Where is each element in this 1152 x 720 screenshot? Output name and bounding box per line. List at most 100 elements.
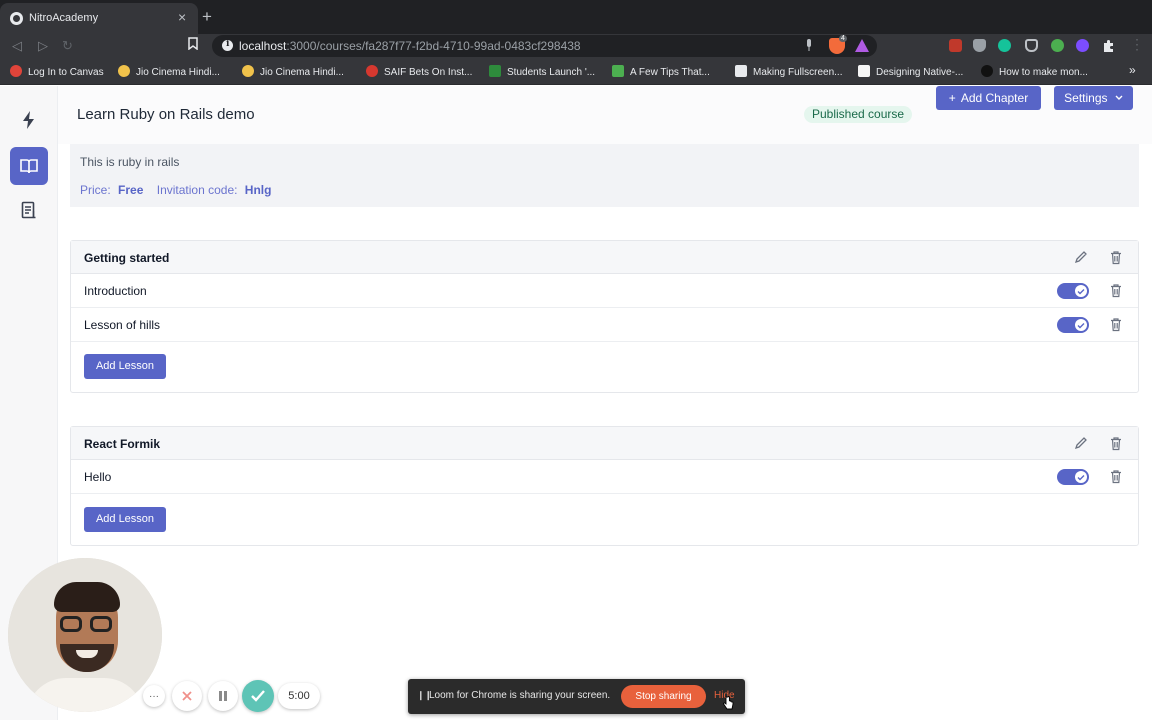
tab-close-icon[interactable]: × (178, 10, 186, 24)
extensions-puzzle-icon[interactable] (1102, 39, 1115, 52)
loom-finish-button[interactable] (242, 680, 274, 712)
bookmarks-bar: Log In to Canvas Jio Cinema Hindi... Jio… (0, 59, 1152, 85)
timer-text: 5:00 (288, 690, 310, 702)
bookmark-item[interactable]: Jio Cinema Hindi... (242, 65, 344, 78)
price-value: Free (118, 183, 144, 197)
course-description-panel: This is ruby in rails Price: Free Invita… (70, 144, 1139, 207)
extension-shield-icon[interactable] (973, 39, 986, 52)
tab-title: NitroAcademy (29, 12, 99, 24)
toggle-check-icon (1075, 471, 1087, 483)
bookmark-item[interactable]: Designing Native-... (858, 65, 963, 78)
add-lesson-button[interactable]: Add Lesson (84, 507, 166, 532)
chapter-card: React Formik Hello Add Lesson (70, 426, 1139, 546)
browser-menu-icon[interactable]: ⋮ (1130, 36, 1144, 53)
delete-lesson-trash-icon[interactable] (1109, 469, 1125, 485)
lesson-published-toggle[interactable] (1057, 283, 1089, 299)
bookmark-item[interactable]: How to make mon... (981, 65, 1088, 78)
delete-lesson-trash-icon[interactable] (1109, 283, 1125, 299)
reload-icon[interactable]: ↻ (62, 38, 73, 54)
bookmark-item[interactable]: A Few Tips That... (612, 65, 710, 78)
lesson-row[interactable]: Introduction (71, 274, 1138, 308)
bookmark-favicon-icon (10, 65, 22, 77)
lesson-row[interactable]: Hello (71, 460, 1138, 494)
pause-icon (219, 691, 227, 701)
extension-loom-icon[interactable] (1076, 39, 1089, 52)
bookmark-item[interactable]: Making Fullscreen... (735, 65, 842, 78)
invitation-code-value: Hnlg (244, 183, 272, 197)
bookmark-item[interactable]: Log In to Canvas (10, 65, 104, 78)
share-message: Loom for Chrome is sharing your screen. (429, 690, 611, 701)
check-icon (251, 690, 265, 702)
edit-chapter-pencil-icon[interactable] (1074, 250, 1090, 266)
bookmark-favicon-icon (981, 65, 993, 77)
loom-pause-button[interactable] (208, 681, 238, 711)
add-chapter-button[interactable]: + Add Chapter (936, 86, 1041, 110)
toggle-check-icon (1075, 285, 1087, 297)
chapter-title: React Formik (84, 437, 161, 451)
bookmark-favicon-icon (735, 65, 747, 77)
forward-icon[interactable]: ▷ (38, 38, 48, 54)
settings-button[interactable]: Settings (1054, 86, 1133, 110)
lesson-title: Hello (84, 470, 112, 484)
sidebar-item-courses[interactable] (10, 147, 48, 185)
loom-more-button[interactable]: ··· (143, 685, 165, 707)
bookmark-icon[interactable] (188, 37, 200, 53)
delete-lesson-trash-icon[interactable] (1109, 317, 1125, 333)
lesson-title: Introduction (84, 284, 147, 298)
bookmark-favicon-icon (612, 65, 624, 77)
screen-share-notification: ❙❙ Loom for Chrome is sharing your scree… (408, 679, 745, 714)
loom-cancel-button[interactable] (172, 681, 202, 711)
url-text: localhost:3000/courses/fa287f77-f2bd-471… (239, 39, 581, 53)
bookmark-item[interactable]: SAIF Bets On Inst... (366, 65, 472, 78)
site-favicon-icon (10, 12, 23, 25)
extension-colorpicker-icon[interactable] (1051, 39, 1064, 52)
invitation-code-label: Invitation code: (156, 183, 238, 197)
lesson-row[interactable]: Lesson of hills (71, 308, 1138, 342)
book-icon (20, 159, 38, 174)
more-bookmarks-icon[interactable]: » (1129, 63, 1136, 77)
lesson-published-toggle[interactable] (1057, 469, 1089, 485)
brave-rewards-icon[interactable] (855, 39, 869, 52)
bookmark-favicon-icon (366, 65, 378, 77)
sidebar-item-home[interactable] (10, 101, 48, 139)
more-dots-icon: ··· (149, 690, 159, 702)
chevron-down-icon (1115, 95, 1123, 100)
toggle-check-icon (1075, 319, 1087, 331)
course-header: Learn Ruby on Rails demo Published cours… (58, 86, 1152, 144)
delete-chapter-trash-icon[interactable] (1109, 250, 1125, 266)
bookmark-item[interactable]: Jio Cinema Hindi... (118, 65, 220, 78)
extension-grammarly-icon[interactable] (998, 39, 1011, 52)
back-icon[interactable]: ◁ (12, 38, 22, 54)
extension-pocket-icon[interactable] (1025, 39, 1038, 52)
browser-tab-bar: NitroAcademy × + (0, 0, 1152, 34)
address-bar[interactable]: localhost:3000/courses/fa287f77-f2bd-471… (212, 35, 877, 57)
status-badge: Published course (804, 106, 913, 123)
sidebar-item-reports[interactable] (10, 191, 48, 229)
add-lesson-button[interactable]: Add Lesson (84, 354, 166, 379)
loom-camera-bubble[interactable] (8, 558, 162, 712)
page-title: Learn Ruby on Rails demo (77, 106, 255, 123)
browser-tab[interactable]: NitroAcademy × (0, 3, 198, 34)
delete-chapter-trash-icon[interactable] (1109, 436, 1125, 452)
edit-chapter-pencil-icon[interactable] (1074, 436, 1090, 452)
lesson-title: Lesson of hills (84, 318, 161, 332)
bookmark-item[interactable]: Students Launch '... (489, 65, 595, 78)
chapter-header: Getting started (71, 241, 1138, 274)
site-info-icon[interactable] (222, 39, 233, 51)
stop-sharing-button[interactable]: Stop sharing (621, 685, 706, 708)
extension-pdf-icon[interactable] (949, 39, 962, 52)
course-meta: Price: Free Invitation code: Hnlg (80, 183, 271, 197)
presenter-hair (54, 582, 120, 612)
course-description: This is ruby in rails (80, 155, 180, 169)
plus-icon: + (948, 91, 956, 105)
close-icon (182, 691, 192, 701)
lesson-published-toggle[interactable] (1057, 317, 1089, 333)
chapter-card: Getting started Introduction Lesson of h… (70, 240, 1139, 393)
microphone-icon[interactable] (805, 39, 813, 54)
new-tab-icon[interactable]: + (202, 8, 212, 25)
bookmark-favicon-icon (858, 65, 870, 77)
hand-cursor-icon (723, 696, 734, 710)
bookmark-favicon-icon (118, 65, 130, 77)
price-label: Price: (80, 183, 111, 197)
add-chapter-label: Add Chapter (960, 91, 1029, 105)
